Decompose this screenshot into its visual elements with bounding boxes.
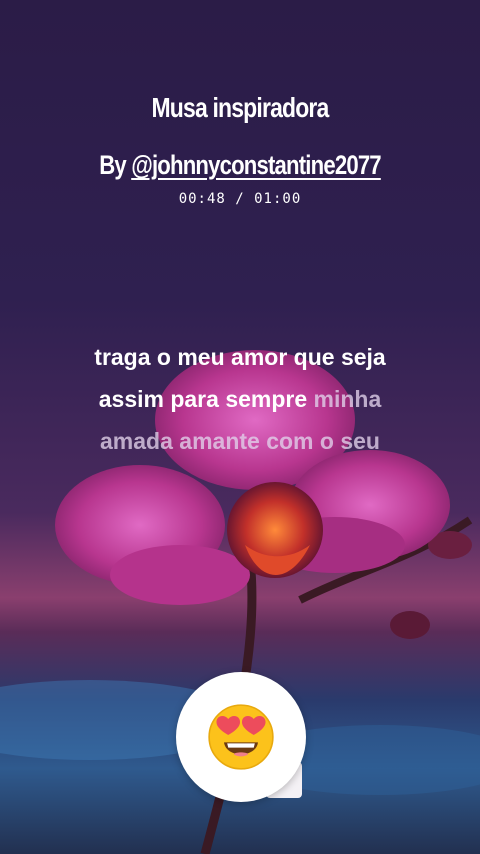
reaction-sticker[interactable] [176, 672, 306, 802]
lyric-line-2-upcoming: minha [313, 386, 382, 412]
song-title: Musa inspiradora [151, 92, 330, 123]
playback-timer: 00:48 / 01:00 [178, 191, 302, 207]
byline-prefix: By [99, 150, 132, 180]
lyric-line-1: traga o meu amor que seja [94, 344, 386, 370]
lyrics-block: traga o meu amor que seja assim para sem… [0, 336, 480, 462]
lyric-line-2: assim para sempre minha [0, 378, 480, 420]
heart-eyes-emoji-icon [208, 704, 274, 770]
reaction-button[interactable] [176, 672, 306, 802]
author-credit: By @johnnyconstantine2077 [43, 150, 437, 181]
lyric-line-2-active: assim para sempre [98, 386, 314, 412]
lyric-line-3: amada amante com o seu [100, 428, 380, 454]
author-handle-link[interactable]: @johnnyconstantine2077 [131, 150, 381, 180]
